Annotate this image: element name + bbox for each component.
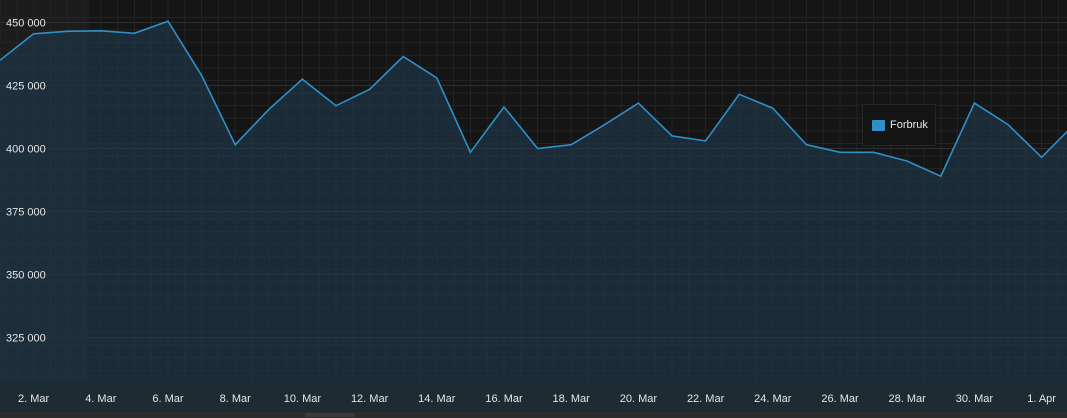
- legend-label-forbruk: Forbruk: [890, 119, 928, 131]
- y-tick-label: 400 000: [6, 144, 46, 156]
- x-tick-label: 20. Mar: [620, 393, 658, 405]
- x-tick-label: 30. Mar: [956, 393, 994, 405]
- y-tick-label: 425 000: [6, 81, 46, 93]
- line-chart: 450 000 425 000 400 000 375 000 350 000 325 0…: [0, 0, 1067, 412]
- x-tick-label: 18. Mar: [553, 393, 591, 405]
- y-tick-label: 450 000: [6, 18, 46, 30]
- x-tick-label: 10. Mar: [284, 393, 322, 405]
- x-tick-label: 26. Mar: [821, 393, 859, 405]
- x-tick-label: 22. Mar: [687, 393, 725, 405]
- x-tick-label: 2. Mar: [18, 393, 50, 405]
- x-tick-label: 8. Mar: [220, 393, 252, 405]
- chart: 450 000 425 000 400 000 375 000 350 000 325 0…: [0, 0, 1067, 418]
- y-tick-label: 325 000: [6, 333, 46, 345]
- x-tick-label: 16. Mar: [485, 393, 523, 405]
- x-tick-label: 24. Mar: [754, 393, 792, 405]
- legend-swatch: [872, 119, 885, 131]
- x-tick-label: 4. Mar: [85, 393, 117, 405]
- y-tick-label: 375 000: [6, 207, 46, 219]
- x-tick-label: 28. Mar: [889, 393, 927, 405]
- x-tick-label: 14. Mar: [418, 393, 456, 405]
- x-tick-label: 6. Mar: [152, 393, 184, 405]
- y-tick-label: 350 000: [6, 270, 46, 282]
- x-tick-label: 12. Mar: [351, 393, 389, 405]
- scrollbar[interactable]: [0, 412, 1067, 418]
- x-tick-label: 1. Apr: [1027, 393, 1056, 405]
- legend[interactable]: Forbruk: [862, 104, 936, 146]
- scrollbar-thumb[interactable]: [305, 413, 355, 417]
